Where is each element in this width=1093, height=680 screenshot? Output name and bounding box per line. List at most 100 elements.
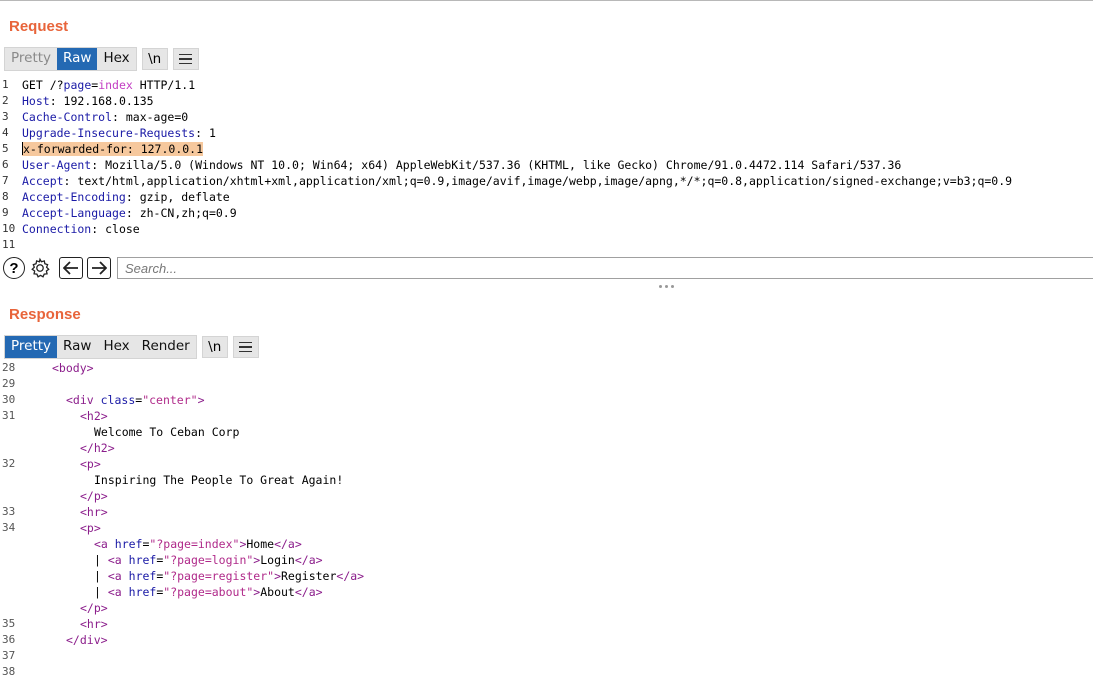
code-token: Cache-Control <box>22 110 113 124</box>
line-content: | <a href="?page=register">Register</a> <box>24 568 364 584</box>
code-token: : zh-CN,zh;q=0.9 <box>125 206 237 220</box>
menu-button[interactable] <box>172 48 199 70</box>
line-number: 4 <box>2 126 9 139</box>
newline-toggle-button[interactable]: \n <box>141 48 168 70</box>
response-line: 34 <p> <box>0 520 1093 536</box>
response-line: 33 <hr> <box>0 504 1093 520</box>
code-token: </a> <box>294 553 323 567</box>
search-input[interactable]: Search... <box>117 257 1093 279</box>
code-token: Connection <box>22 222 92 236</box>
tab-render[interactable]: Render <box>136 336 196 358</box>
code-token: <p> <box>80 457 101 471</box>
code-token: | <box>94 553 108 567</box>
back-arrow-icon[interactable] <box>59 257 83 279</box>
tab-pretty[interactable]: Pretty <box>5 48 57 70</box>
line-number: 2 <box>2 94 9 107</box>
response-line: </h2> <box>0 440 1093 456</box>
code-token: "?page=register" <box>163 569 275 583</box>
request-editor[interactable]: 1 GET /?page=index HTTP/1.1 2 Host: 192.168… <box>0 77 1093 253</box>
code-token: x-forwarded-for <box>22 142 127 156</box>
code-token: class <box>100 393 136 407</box>
request-tabs: Pretty Raw Hex \n <box>4 47 199 71</box>
line-content: <div class="center"> <box>24 392 205 408</box>
line-content: Upgrade-Insecure-Requests: 1 <box>22 125 216 141</box>
response-line: 36 </div> <box>0 632 1093 648</box>
code-token: </p> <box>80 601 108 615</box>
line-content: Cache-Control: max-age=0 <box>22 109 188 125</box>
response-line: 38 <box>0 664 1093 680</box>
pane-resize-handle[interactable] <box>659 285 674 288</box>
code-token: <a <box>94 537 115 551</box>
line-number: 5 <box>2 142 9 155</box>
code-token: </a> <box>336 569 365 583</box>
line-content: </p> <box>24 488 108 504</box>
code-token: "?page=login" <box>163 553 254 567</box>
response-line: 31 <h2> <box>0 408 1093 424</box>
request-line: 10 Connection: close <box>0 221 1093 237</box>
response-viewer[interactable]: 28 <body> 29 30 <div class="center"> 31 <h2> We… <box>0 360 1093 680</box>
request-line: 5 x-forwarded-for: 127.0.0.1 <box>0 141 1093 157</box>
line-content: Accept: text/html,application/xhtml+xml,… <box>22 173 1012 189</box>
code-token: <div <box>66 393 101 407</box>
line-content: <hr> <box>24 504 108 520</box>
code-token: Host <box>22 94 50 108</box>
response-line: 30 <div class="center"> <box>0 392 1093 408</box>
help-icon[interactable]: ? <box>3 257 25 279</box>
line-content: </p> <box>24 600 108 616</box>
tab-hex[interactable]: Hex <box>97 48 135 70</box>
code-token: "center" <box>142 393 198 407</box>
code-token: : Mozilla/5.0 (Windows NT 10.0; Win64; x… <box>91 158 902 172</box>
code-token: </h2> <box>80 441 115 455</box>
code-token: : gzip, deflate <box>125 190 230 204</box>
tab-raw[interactable]: Raw <box>57 336 97 358</box>
response-line: </p> <box>0 488 1093 504</box>
code-token: <h2> <box>80 409 108 423</box>
line-number: 1 <box>2 78 9 91</box>
line-content: Accept-Language: zh-CN,zh;q=0.9 <box>22 205 237 221</box>
code-token: GET /? <box>22 78 64 92</box>
code-token: <p> <box>80 521 101 535</box>
line-number: 29 <box>2 377 16 390</box>
line-number: 6 <box>2 158 9 171</box>
line-number: 9 <box>2 206 9 219</box>
line-number: 11 <box>2 238 16 251</box>
tab-hex[interactable]: Hex <box>97 336 135 358</box>
code-token: </p> <box>80 489 108 503</box>
newline-toggle-button[interactable]: \n <box>201 336 228 358</box>
code-token: Register <box>281 569 337 583</box>
line-content: User-Agent: Mozilla/5.0 (Windows NT 10.0… <box>22 157 901 173</box>
code-token: : 192.168.0.135 <box>49 94 154 108</box>
line-number: 8 <box>2 190 9 203</box>
line-content: <p> <box>24 520 101 536</box>
code-token: <a <box>107 553 129 567</box>
hamburger-icon <box>239 341 253 353</box>
code-token: page <box>63 78 92 92</box>
line-content: Accept-Encoding: gzip, deflate <box>22 189 230 205</box>
request-line: 9 Accept-Language: zh-CN,zh;q=0.9 <box>0 205 1093 221</box>
forward-arrow-icon[interactable] <box>87 257 111 279</box>
response-line: | <a href="?page=login">Login</a> <box>0 552 1093 568</box>
code-token: Home <box>246 537 275 551</box>
response-line: 35 <hr> <box>0 616 1093 632</box>
request-line: 11 <box>0 237 1093 253</box>
code-token: > <box>197 393 205 407</box>
tab-raw[interactable]: Raw <box>57 48 98 70</box>
settings-gear-icon[interactable] <box>29 257 51 279</box>
request-line: 2 Host: 192.168.0.135 <box>0 93 1093 109</box>
code-token: href <box>114 537 143 551</box>
line-number: 38 <box>2 665 16 678</box>
response-line: | <a href="?page=register">Register</a> <box>0 568 1093 584</box>
line-number: 34 <box>2 521 16 534</box>
line-content: <hr> <box>24 616 108 632</box>
code-token: </a> <box>274 537 302 551</box>
code-token: Welcome To Ceban Corp <box>94 425 240 439</box>
line-content: Welcome To Ceban Corp <box>24 424 239 440</box>
tab-pretty[interactable]: Pretty <box>5 336 58 358</box>
line-content: Connection: close <box>22 221 140 237</box>
response-line: 37 <box>0 648 1093 664</box>
menu-button[interactable] <box>232 336 259 358</box>
request-line: 6 User-Agent: Mozilla/5.0 (Windows NT 10.… <box>0 157 1093 173</box>
line-number: 37 <box>2 649 16 662</box>
request-toolbar: ? Search... <box>0 255 1093 283</box>
code-token: | <box>94 585 108 599</box>
